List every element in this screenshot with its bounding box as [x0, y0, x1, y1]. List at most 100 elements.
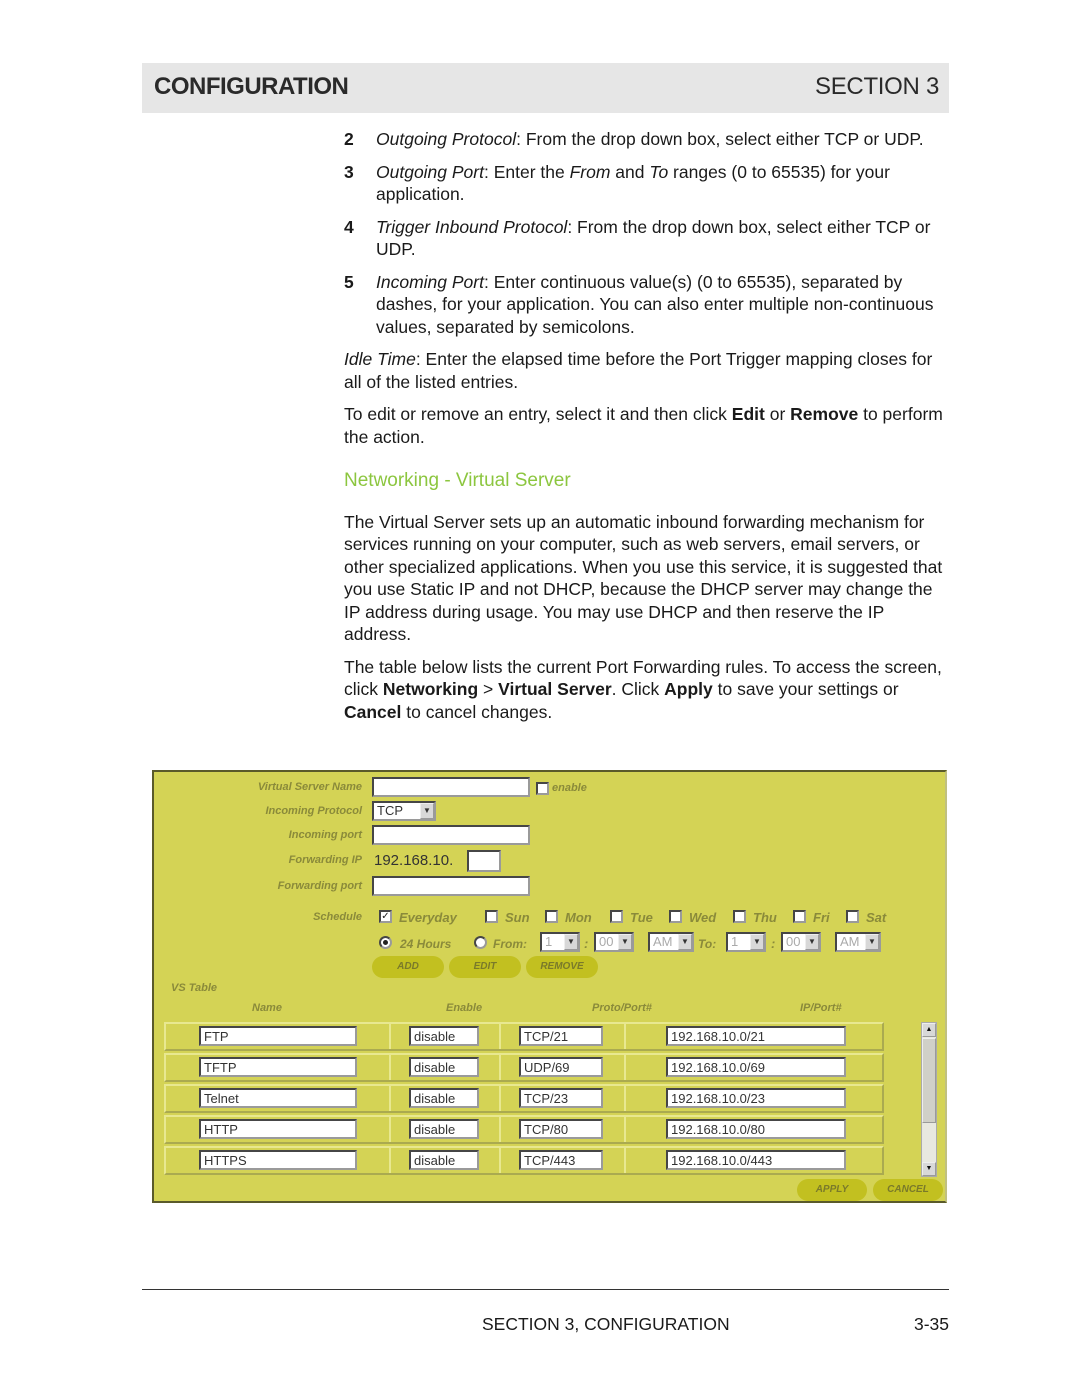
mon-checkbox[interactable] — [545, 910, 558, 923]
label-virtual-server-name: Virtual Server Name — [257, 781, 362, 793]
row-enable-field[interactable]: disable — [409, 1150, 479, 1170]
day-label: Fri — [813, 910, 830, 925]
to-minute-select[interactable]: 00 ▼ — [781, 932, 821, 952]
enable-checkbox[interactable] — [536, 782, 549, 795]
everyday-checkbox[interactable]: ✓ — [379, 910, 392, 923]
table-cell: TCP/443 — [501, 1148, 626, 1173]
row-proto-port-field[interactable]: TCP/443 — [519, 1150, 603, 1170]
table-row[interactable]: FTP disable TCP/21 192.168.10.0/21 — [164, 1022, 884, 1051]
day-label: Mon — [565, 910, 592, 925]
apply-button[interactable]: APPLY — [797, 1179, 867, 1201]
row-ip-port-field[interactable]: 192.168.10.0/443 — [666, 1150, 846, 1170]
from-radio[interactable] — [474, 936, 487, 949]
row-ip-port-field[interactable]: 192.168.10.0/23 — [666, 1088, 846, 1108]
scroll-down-icon[interactable]: ▼ — [922, 1162, 936, 1176]
incoming-port-input[interactable] — [372, 825, 530, 845]
chevron-down-icon: ▼ — [750, 934, 764, 950]
thu-checkbox[interactable] — [733, 910, 746, 923]
forwarding-port-input[interactable] — [372, 876, 530, 896]
row-proto-port-field[interactable]: TCP/21 — [519, 1026, 603, 1046]
row-name-field[interactable]: HTTP — [199, 1119, 357, 1139]
from-ampm-select[interactable]: AM ▼ — [648, 932, 694, 952]
to-hour-select[interactable]: 1 ▼ — [726, 932, 766, 952]
24-hours-radio[interactable] — [379, 936, 392, 949]
table-cell: TCP/21 — [501, 1024, 626, 1049]
table-cell: disable — [391, 1086, 501, 1111]
row-enable-field[interactable]: disable — [409, 1026, 479, 1046]
row-name-field[interactable]: Telnet — [199, 1088, 357, 1108]
forwarding-ip-prefix: 192.168.10. — [374, 852, 454, 869]
idle-time-paragraph: Idle Time: Enter the elapsed time before… — [344, 349, 933, 392]
row-ip-port-field[interactable]: 192.168.10.0/80 — [666, 1119, 846, 1139]
column-header-name: Name — [252, 1002, 282, 1014]
sat-checkbox[interactable] — [846, 910, 859, 923]
row-proto-port-field[interactable]: TCP/80 — [519, 1119, 603, 1139]
day-label: Wed — [689, 910, 717, 925]
from-hour-select[interactable]: 1 ▼ — [540, 932, 580, 952]
chevron-down-icon: ▼ — [678, 934, 692, 950]
day-label: Everyday — [399, 910, 457, 925]
forwarding-ip-input[interactable] — [467, 850, 501, 872]
edit-button[interactable]: EDIT — [449, 956, 521, 978]
time-separator: : — [584, 936, 589, 951]
page-header: CONFIGURATION SECTION 3 — [142, 63, 949, 113]
table-paragraph: The table below lists the current Port F… — [344, 656, 942, 722]
chevron-down-icon: ▼ — [865, 934, 879, 950]
edit-remove-paragraph: To edit or remove an entry, select it an… — [344, 404, 943, 447]
table-scrollbar[interactable]: ▲ ▼ — [921, 1022, 937, 1177]
to-label: To: — [698, 937, 717, 951]
row-ip-port-field[interactable]: 192.168.10.0/69 — [666, 1057, 846, 1077]
row-proto-port-field[interactable]: TCP/23 — [519, 1088, 603, 1108]
time-separator: : — [771, 936, 776, 951]
virtual-server-name-input[interactable] — [372, 777, 530, 797]
table-row[interactable]: TFTP disable UDP/69 192.168.10.0/69 — [164, 1053, 884, 1082]
page-number: 3-35 — [913, 1314, 949, 1334]
row-name-field[interactable]: FTP — [199, 1026, 357, 1046]
table-cell: UDP/69 — [501, 1055, 626, 1080]
table-cell: disable — [391, 1148, 501, 1173]
row-enable-field[interactable]: disable — [409, 1119, 479, 1139]
row-name-field[interactable]: HTTPS — [199, 1150, 357, 1170]
row-proto-port-field[interactable]: UDP/69 — [519, 1057, 603, 1077]
step-item: 3 Outgoing Port: Enter the From and To r… — [344, 161, 890, 205]
tue-checkbox[interactable] — [610, 910, 623, 923]
body-content: 2 Outgoing Protocol: From the drop down … — [344, 128, 944, 733]
scroll-up-icon[interactable]: ▲ — [922, 1023, 936, 1037]
label-forwarding-ip: Forwarding IP — [288, 854, 362, 866]
vs-table-title: VS Table — [171, 982, 218, 994]
footer-section: SECTION 3, CONFIGURATION — [482, 1314, 730, 1334]
sun-checkbox[interactable] — [485, 910, 498, 923]
cancel-button[interactable]: CANCEL — [873, 1179, 943, 1201]
row-enable-field[interactable]: disable — [409, 1057, 479, 1077]
wed-checkbox[interactable] — [669, 910, 682, 923]
table-cell: HTTPS — [166, 1148, 391, 1173]
from-minute-select[interactable]: 00 ▼ — [594, 932, 634, 952]
incoming-protocol-select[interactable]: TCP ▼ — [372, 801, 436, 821]
intro-paragraph: The Virtual Server sets up an automatic … — [344, 511, 943, 645]
to-ampm-select[interactable]: AM ▼ — [835, 932, 881, 952]
label-schedule: Schedule — [313, 911, 362, 923]
row-ip-port-field[interactable]: 192.168.10.0/21 — [666, 1026, 846, 1046]
virtual-server-screenshot: Virtual Server Name Incoming Protocol In… — [152, 770, 947, 1203]
step-item: 2 Outgoing Protocol: From the drop down … — [344, 129, 924, 149]
table-cell: disable — [391, 1024, 501, 1049]
table-cell: 192.168.10.0/443 — [626, 1148, 884, 1173]
chevron-down-icon: ▼ — [805, 934, 819, 950]
chevron-down-icon: ▼ — [618, 934, 632, 950]
add-button[interactable]: ADD — [372, 956, 444, 978]
table-row[interactable]: HTTP disable TCP/80 192.168.10.0/80 — [164, 1115, 884, 1144]
column-header-proto-port: Proto/Port# — [592, 1002, 652, 1014]
table-row[interactable]: Telnet disable TCP/23 192.168.10.0/23 — [164, 1084, 884, 1113]
chapter-title: CONFIGURATION — [154, 73, 349, 100]
step-item: 5 Incoming Port: Enter continuous value(… — [344, 271, 934, 337]
row-name-field[interactable]: TFTP — [199, 1057, 357, 1077]
fri-checkbox[interactable] — [793, 910, 806, 923]
column-header-enable: Enable — [446, 1002, 483, 1014]
remove-button[interactable]: REMOVE — [526, 956, 598, 978]
footer-divider — [142, 1289, 949, 1290]
scrollbar-thumb[interactable] — [922, 1038, 936, 1123]
table-cell: 192.168.10.0/80 — [626, 1117, 884, 1142]
table-cell: TCP/23 — [501, 1086, 626, 1111]
row-enable-field[interactable]: disable — [409, 1088, 479, 1108]
table-row[interactable]: HTTPS disable TCP/443 192.168.10.0/443 — [164, 1146, 884, 1175]
